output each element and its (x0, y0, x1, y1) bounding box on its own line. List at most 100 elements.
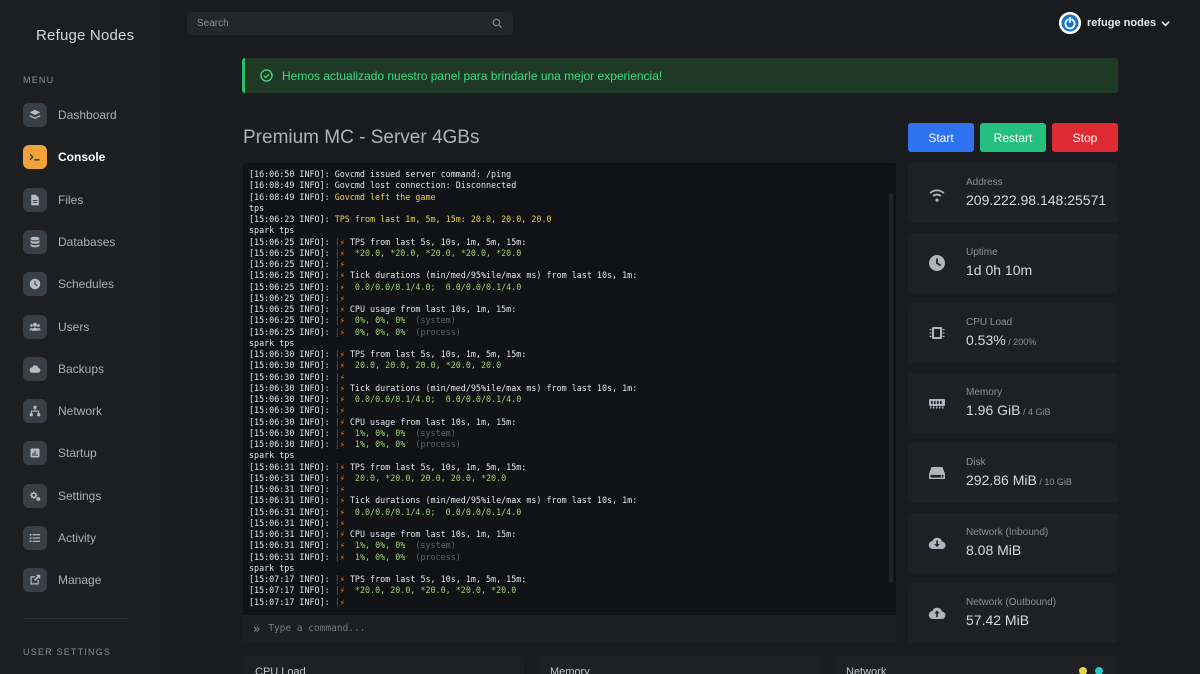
spark-icon: ⚡ (339, 540, 345, 551)
console-line-text: 20.0, *20.0, 20.0, 20.0, *20.0 (349, 472, 507, 483)
sidebar-item-databases[interactable]: Databases (23, 229, 115, 254)
terminal-icon (23, 145, 47, 170)
console-line-prefix: [15:06:25 INFO]: (249, 315, 335, 326)
console-line-prefix: [15:06:31 INFO]: (249, 517, 335, 528)
stat-card-address: Address 209.222.98.148:25571 (908, 163, 1118, 223)
user-name[interactable]: refuge nodes (1087, 17, 1156, 29)
sidebar-item-dashboard[interactable]: Dashboard (23, 103, 117, 127)
sidebar-item-manage[interactable]: Manage (23, 568, 101, 593)
console-line-text: Tick durations (min/med/95%ile/max ms) f… (349, 270, 638, 281)
spark-icon: ⚡ (339, 371, 345, 382)
console-line: [15:06:25 INFO]: |⚡ (249, 292, 345, 303)
power-logo-icon (1059, 12, 1081, 34)
sidebar-item-settings[interactable]: Settings (23, 483, 102, 508)
cloud-icon (23, 356, 47, 381)
console-line: [16:08:49 INFO]: Govcmd lost connection:… (249, 180, 886, 191)
console-input-bar[interactable]: » (243, 615, 896, 642)
console-output: [16:06:50 INFO]: Govcmd issued server co… (249, 169, 886, 611)
stat-label: CPU Load (966, 317, 1013, 328)
sidebar-item-label: Files (58, 192, 84, 207)
console-line-text: 0.0/0.0/0.1/4.0; 0.0/0.0/0.1/4.0 (349, 506, 522, 517)
stat-value-main: 8.08 MiB (966, 542, 1022, 558)
avatar[interactable] (1059, 12, 1081, 34)
layers-icon (23, 103, 47, 127)
console-scrollbar[interactable] (889, 193, 893, 583)
spark-icon: ⚡ (339, 529, 345, 539)
cogs-icon (23, 483, 47, 508)
chevron-down-icon[interactable] (1161, 19, 1170, 28)
users-icon (23, 314, 47, 339)
console-line-text: CPU usage from last 10s, 1m, 15m: (349, 416, 517, 427)
stat-label: Network (Inbound) (966, 527, 1049, 538)
console-line-prefix: [15:06:30 INFO]: (249, 382, 335, 393)
stat-value-main: 0.53% (966, 332, 1006, 348)
memory-icon (928, 394, 946, 412)
console-line: [15:06:25 INFO]: |⚡ 0.0/0.0/0.1/4.0; 0.0… (249, 281, 522, 292)
sidebar-item-network[interactable]: Network (23, 399, 103, 424)
stat-label: Uptime (966, 247, 998, 258)
console-line: [15:06:30 INFO]: |⚡ Tick durations (min/… (249, 382, 638, 393)
console-line: [15:06:31 INFO]: |⚡ (249, 517, 345, 528)
console-line-prefix: [15:06:25 INFO]: (249, 326, 335, 337)
console-line: [15:06:31 INFO]: |⚡ Tick durations (min/… (249, 495, 638, 506)
user-menu[interactable]: refuge nodes (1059, 12, 1170, 34)
cpu-icon (928, 324, 946, 342)
spark-icon: ⚡ (339, 304, 345, 314)
console-line: [15:06:23 INFO]: TPS from last 1m, 5m, 1… (249, 214, 886, 225)
console-line: [15:06:31 INFO]: |⚡ 1%, 0%, 0% (process) (249, 551, 461, 562)
cloud-download-legend-icon (1079, 667, 1087, 674)
user-settings-section-label: USER SETTINGS (23, 647, 112, 657)
sidebar-item-label: Users (58, 319, 90, 334)
sidebar-item-users[interactable]: Users (23, 314, 90, 339)
brand-logo[interactable]: Refuge Nodes (36, 27, 134, 44)
spark-icon: ⚡ (339, 506, 345, 517)
stop-button[interactable]: Stop (1052, 123, 1118, 152)
search-icon[interactable] (492, 18, 503, 29)
console-panel: [16:06:50 INFO]: Govcmd issued server co… (243, 163, 896, 615)
stat-value: 8.08 MiB (966, 542, 1021, 558)
console-line: [15:07:17 INFO]: |⚡ (249, 596, 345, 607)
console-line-prefix: [15:07:17 INFO]: (249, 574, 335, 584)
sidebar-item-label: Network (58, 404, 103, 419)
console-line-note: (system) (405, 540, 456, 551)
console-line-prefix: [15:06:30 INFO]: (249, 371, 335, 382)
chart-icon (23, 441, 47, 466)
update-alert: Hemos actualizado nuestro panel para bri… (242, 58, 1118, 93)
console-line-text: Govcmd issued server command: /ping (334, 169, 512, 179)
cloud-download-icon (928, 534, 946, 552)
console-line-prefix: [15:06:31 INFO]: (249, 506, 335, 517)
spark-icon: ⚡ (339, 349, 345, 359)
spark-icon: ⚡ (339, 281, 345, 292)
stat-label: Network (Outbound) (966, 597, 1057, 608)
console-line-text: CPU usage from last 10s, 1m, 15m: (349, 529, 517, 539)
console-line-text: TPS from last 5s, 10s, 1m, 5m, 15m: (349, 236, 527, 247)
search-bar[interactable] (187, 12, 513, 35)
sidebar-item-label: Settings (58, 488, 102, 503)
sidebar-item-backups[interactable]: Backups (23, 356, 104, 381)
console-line-prefix: [15:06:25 INFO]: (249, 270, 335, 281)
console-line: [15:07:17 INFO]: |⚡ TPS from last 5s, 10… (249, 574, 527, 584)
spark-icon: ⚡ (339, 472, 345, 483)
console-line: [15:06:25 INFO]: |⚡ 0%, 0%, 0% (system) (249, 315, 456, 326)
sidebar-item-files[interactable]: Files (23, 187, 84, 212)
search-input[interactable] (197, 18, 492, 29)
console-line-prefix: [15:06:30 INFO]: (249, 360, 335, 371)
stat-value[interactable]: 209.222.98.148:25571 (966, 192, 1106, 208)
spark-icon: ⚡ (339, 382, 345, 393)
restart-button[interactable]: Restart (980, 123, 1046, 152)
console-line-text: Tick durations (min/med/95%ile/max ms) f… (349, 495, 638, 506)
console-line: [15:06:30 INFO]: |⚡ (249, 405, 345, 416)
sidebar-item-startup[interactable]: Startup (23, 441, 97, 466)
sidebar-item-label: Schedules (58, 277, 115, 292)
console-command-input[interactable] (268, 623, 896, 634)
console-line-text: *20.0, *20.0, *20.0, *20.0, *20.0 (349, 247, 522, 258)
start-button[interactable]: Start (908, 123, 974, 152)
console-line: [15:06:25 INFO]: |⚡ (249, 259, 345, 269)
memory-graph-card: Memory (538, 656, 821, 674)
sidebar-item-schedules[interactable]: Schedules (23, 272, 115, 297)
stat-card-cpu-load: CPU Load 0.53% / 200% (908, 303, 1118, 363)
sidebar-item-activity[interactable]: Activity (23, 526, 96, 550)
sidebar-item-console[interactable]: Console (23, 145, 105, 170)
alert-message: Hemos actualizado nuestro panel para bri… (282, 68, 663, 83)
clock-icon (23, 272, 47, 297)
